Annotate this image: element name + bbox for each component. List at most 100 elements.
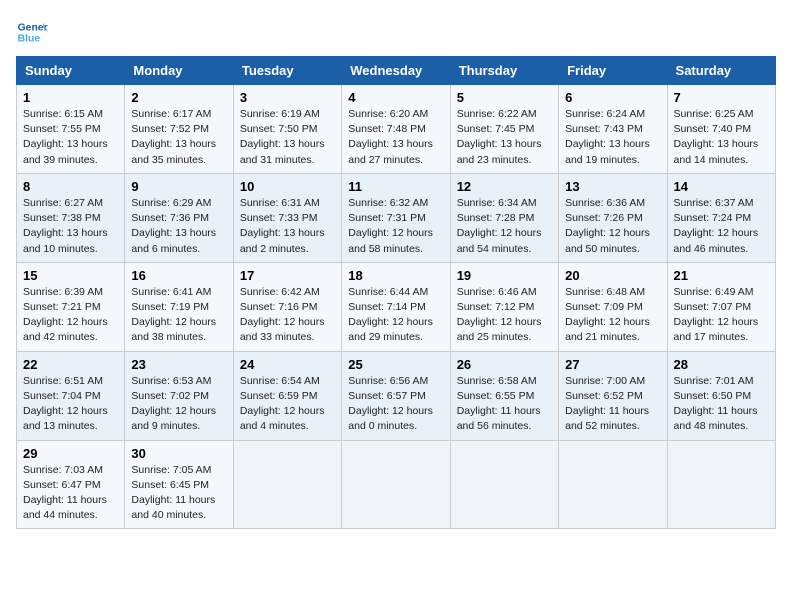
day-detail: Sunrise: 6:31 AMSunset: 7:33 PMDaylight:… <box>240 196 335 257</box>
weekday-header: Tuesday <box>233 57 341 85</box>
day-detail: Sunrise: 7:00 AMSunset: 6:52 PMDaylight:… <box>565 374 660 435</box>
day-detail: Sunrise: 6:36 AMSunset: 7:26 PMDaylight:… <box>565 196 660 257</box>
day-number: 18 <box>348 268 443 283</box>
day-detail: Sunrise: 6:34 AMSunset: 7:28 PMDaylight:… <box>457 196 552 257</box>
calendar-cell <box>233 440 341 529</box>
logo-icon: General Blue <box>16 16 48 48</box>
day-number: 1 <box>23 90 118 105</box>
calendar-week-row: 1 Sunrise: 6:15 AMSunset: 7:55 PMDaylight… <box>17 85 776 174</box>
calendar-cell: 30 Sunrise: 7:05 AMSunset: 6:45 PMDayligh… <box>125 440 233 529</box>
day-detail: Sunrise: 7:03 AMSunset: 6:47 PMDaylight:… <box>23 463 118 524</box>
calendar-cell: 1 Sunrise: 6:15 AMSunset: 7:55 PMDaylight… <box>17 85 125 174</box>
day-number: 22 <box>23 357 118 372</box>
day-number: 12 <box>457 179 552 194</box>
day-detail: Sunrise: 7:05 AMSunset: 6:45 PMDaylight:… <box>131 463 226 524</box>
day-detail: Sunrise: 6:17 AMSunset: 7:52 PMDaylight:… <box>131 107 226 168</box>
day-number: 19 <box>457 268 552 283</box>
calendar-cell: 6 Sunrise: 6:24 AMSunset: 7:43 PMDaylight… <box>559 85 667 174</box>
day-detail: Sunrise: 6:27 AMSunset: 7:38 PMDaylight:… <box>23 196 118 257</box>
calendar-cell: 19 Sunrise: 6:46 AMSunset: 7:12 PMDayligh… <box>450 262 558 351</box>
calendar-cell: 28 Sunrise: 7:01 AMSunset: 6:50 PMDayligh… <box>667 351 775 440</box>
svg-text:Blue: Blue <box>18 34 41 45</box>
day-number: 25 <box>348 357 443 372</box>
calendar-cell: 21 Sunrise: 6:49 AMSunset: 7:07 PMDayligh… <box>667 262 775 351</box>
day-number: 6 <box>565 90 660 105</box>
calendar-cell: 7Sunrise: 6:25 AMSunset: 7:40 PMDaylight… <box>667 85 775 174</box>
calendar-cell <box>450 440 558 529</box>
calendar-cell: 14 Sunrise: 6:37 AMSunset: 7:24 PMDayligh… <box>667 173 775 262</box>
weekday-header: Wednesday <box>342 57 450 85</box>
calendar-cell: 10 Sunrise: 6:31 AMSunset: 7:33 PMDayligh… <box>233 173 341 262</box>
day-detail: Sunrise: 6:22 AMSunset: 7:45 PMDaylight:… <box>457 107 552 168</box>
calendar-week-row: 29Sunrise: 7:03 AMSunset: 6:47 PMDayligh… <box>17 440 776 529</box>
calendar-cell: 11Sunrise: 6:32 AMSunset: 7:31 PMDayligh… <box>342 173 450 262</box>
day-detail: Sunrise: 6:29 AMSunset: 7:36 PMDaylight:… <box>131 196 226 257</box>
day-number: 10 <box>240 179 335 194</box>
calendar-cell: 27 Sunrise: 7:00 AMSunset: 6:52 PMDayligh… <box>559 351 667 440</box>
weekday-header: Sunday <box>17 57 125 85</box>
calendar-week-row: 15 Sunrise: 6:39 AMSunset: 7:21 PMDayligh… <box>17 262 776 351</box>
calendar-cell: 20 Sunrise: 6:48 AMSunset: 7:09 PMDayligh… <box>559 262 667 351</box>
calendar-cell: 13 Sunrise: 6:36 AMSunset: 7:26 PMDayligh… <box>559 173 667 262</box>
calendar-cell: 24Sunrise: 6:54 AMSunset: 6:59 PMDayligh… <box>233 351 341 440</box>
weekday-header: Saturday <box>667 57 775 85</box>
calendar-cell: 16 Sunrise: 6:41 AMSunset: 7:19 PMDayligh… <box>125 262 233 351</box>
day-number: 30 <box>131 446 226 461</box>
day-number: 21 <box>674 268 769 283</box>
calendar-cell: 8 Sunrise: 6:27 AMSunset: 7:38 PMDaylight… <box>17 173 125 262</box>
day-detail: Sunrise: 6:15 AMSunset: 7:55 PMDaylight:… <box>23 107 118 168</box>
calendar-cell: 17 Sunrise: 6:42 AMSunset: 7:16 PMDayligh… <box>233 262 341 351</box>
calendar-cell <box>342 440 450 529</box>
weekday-header: Friday <box>559 57 667 85</box>
day-detail: Sunrise: 6:41 AMSunset: 7:19 PMDaylight:… <box>131 285 226 346</box>
day-number: 7 <box>674 90 769 105</box>
day-detail: Sunrise: 6:49 AMSunset: 7:07 PMDaylight:… <box>674 285 769 346</box>
day-detail: Sunrise: 7:01 AMSunset: 6:50 PMDaylight:… <box>674 374 769 435</box>
day-detail: Sunrise: 6:19 AMSunset: 7:50 PMDaylight:… <box>240 107 335 168</box>
day-detail: Sunrise: 6:20 AMSunset: 7:48 PMDaylight:… <box>348 107 443 168</box>
day-detail: Sunrise: 6:54 AMSunset: 6:59 PMDaylight:… <box>240 374 335 435</box>
calendar-cell: 3 Sunrise: 6:19 AMSunset: 7:50 PMDaylight… <box>233 85 341 174</box>
day-detail: Sunrise: 6:37 AMSunset: 7:24 PMDaylight:… <box>674 196 769 257</box>
calendar-week-row: 22 Sunrise: 6:51 AMSunset: 7:04 PMDayligh… <box>17 351 776 440</box>
calendar-cell: 4 Sunrise: 6:20 AMSunset: 7:48 PMDaylight… <box>342 85 450 174</box>
day-number: 15 <box>23 268 118 283</box>
day-number: 4 <box>348 90 443 105</box>
calendar-cell: 26 Sunrise: 6:58 AMSunset: 6:55 PMDayligh… <box>450 351 558 440</box>
day-detail: Sunrise: 6:32 AMSunset: 7:31 PMDaylight:… <box>348 196 443 257</box>
day-detail: Sunrise: 6:24 AMSunset: 7:43 PMDaylight:… <box>565 107 660 168</box>
calendar-week-row: 8 Sunrise: 6:27 AMSunset: 7:38 PMDaylight… <box>17 173 776 262</box>
day-number: 3 <box>240 90 335 105</box>
day-detail: Sunrise: 6:48 AMSunset: 7:09 PMDaylight:… <box>565 285 660 346</box>
day-number: 14 <box>674 179 769 194</box>
calendar-cell: 22 Sunrise: 6:51 AMSunset: 7:04 PMDayligh… <box>17 351 125 440</box>
calendar-cell: 9Sunrise: 6:29 AMSunset: 7:36 PMDaylight… <box>125 173 233 262</box>
day-number: 8 <box>23 179 118 194</box>
day-detail: Sunrise: 6:46 AMSunset: 7:12 PMDaylight:… <box>457 285 552 346</box>
day-detail: Sunrise: 6:39 AMSunset: 7:21 PMDaylight:… <box>23 285 118 346</box>
day-number: 20 <box>565 268 660 283</box>
calendar-cell: 23Sunrise: 6:53 AMSunset: 7:02 PMDayligh… <box>125 351 233 440</box>
day-detail: Sunrise: 6:58 AMSunset: 6:55 PMDaylight:… <box>457 374 552 435</box>
weekday-row: SundayMondayTuesdayWednesdayThursdayFrid… <box>17 57 776 85</box>
calendar-cell: 15 Sunrise: 6:39 AMSunset: 7:21 PMDayligh… <box>17 262 125 351</box>
day-number: 26 <box>457 357 552 372</box>
day-detail: Sunrise: 6:51 AMSunset: 7:04 PMDaylight:… <box>23 374 118 435</box>
day-number: 5 <box>457 90 552 105</box>
day-detail: Sunrise: 6:42 AMSunset: 7:16 PMDaylight:… <box>240 285 335 346</box>
day-number: 2 <box>131 90 226 105</box>
page-header: General Blue <box>16 16 776 48</box>
calendar-cell: 29Sunrise: 7:03 AMSunset: 6:47 PMDayligh… <box>17 440 125 529</box>
day-number: 13 <box>565 179 660 194</box>
calendar-body: 1 Sunrise: 6:15 AMSunset: 7:55 PMDaylight… <box>17 85 776 529</box>
calendar-cell <box>667 440 775 529</box>
day-number: 27 <box>565 357 660 372</box>
logo: General Blue <box>16 16 52 48</box>
day-number: 16 <box>131 268 226 283</box>
day-number: 23 <box>131 357 226 372</box>
calendar-cell: 12 Sunrise: 6:34 AMSunset: 7:28 PMDayligh… <box>450 173 558 262</box>
weekday-header: Monday <box>125 57 233 85</box>
day-number: 17 <box>240 268 335 283</box>
weekday-header: Thursday <box>450 57 558 85</box>
day-number: 28 <box>674 357 769 372</box>
